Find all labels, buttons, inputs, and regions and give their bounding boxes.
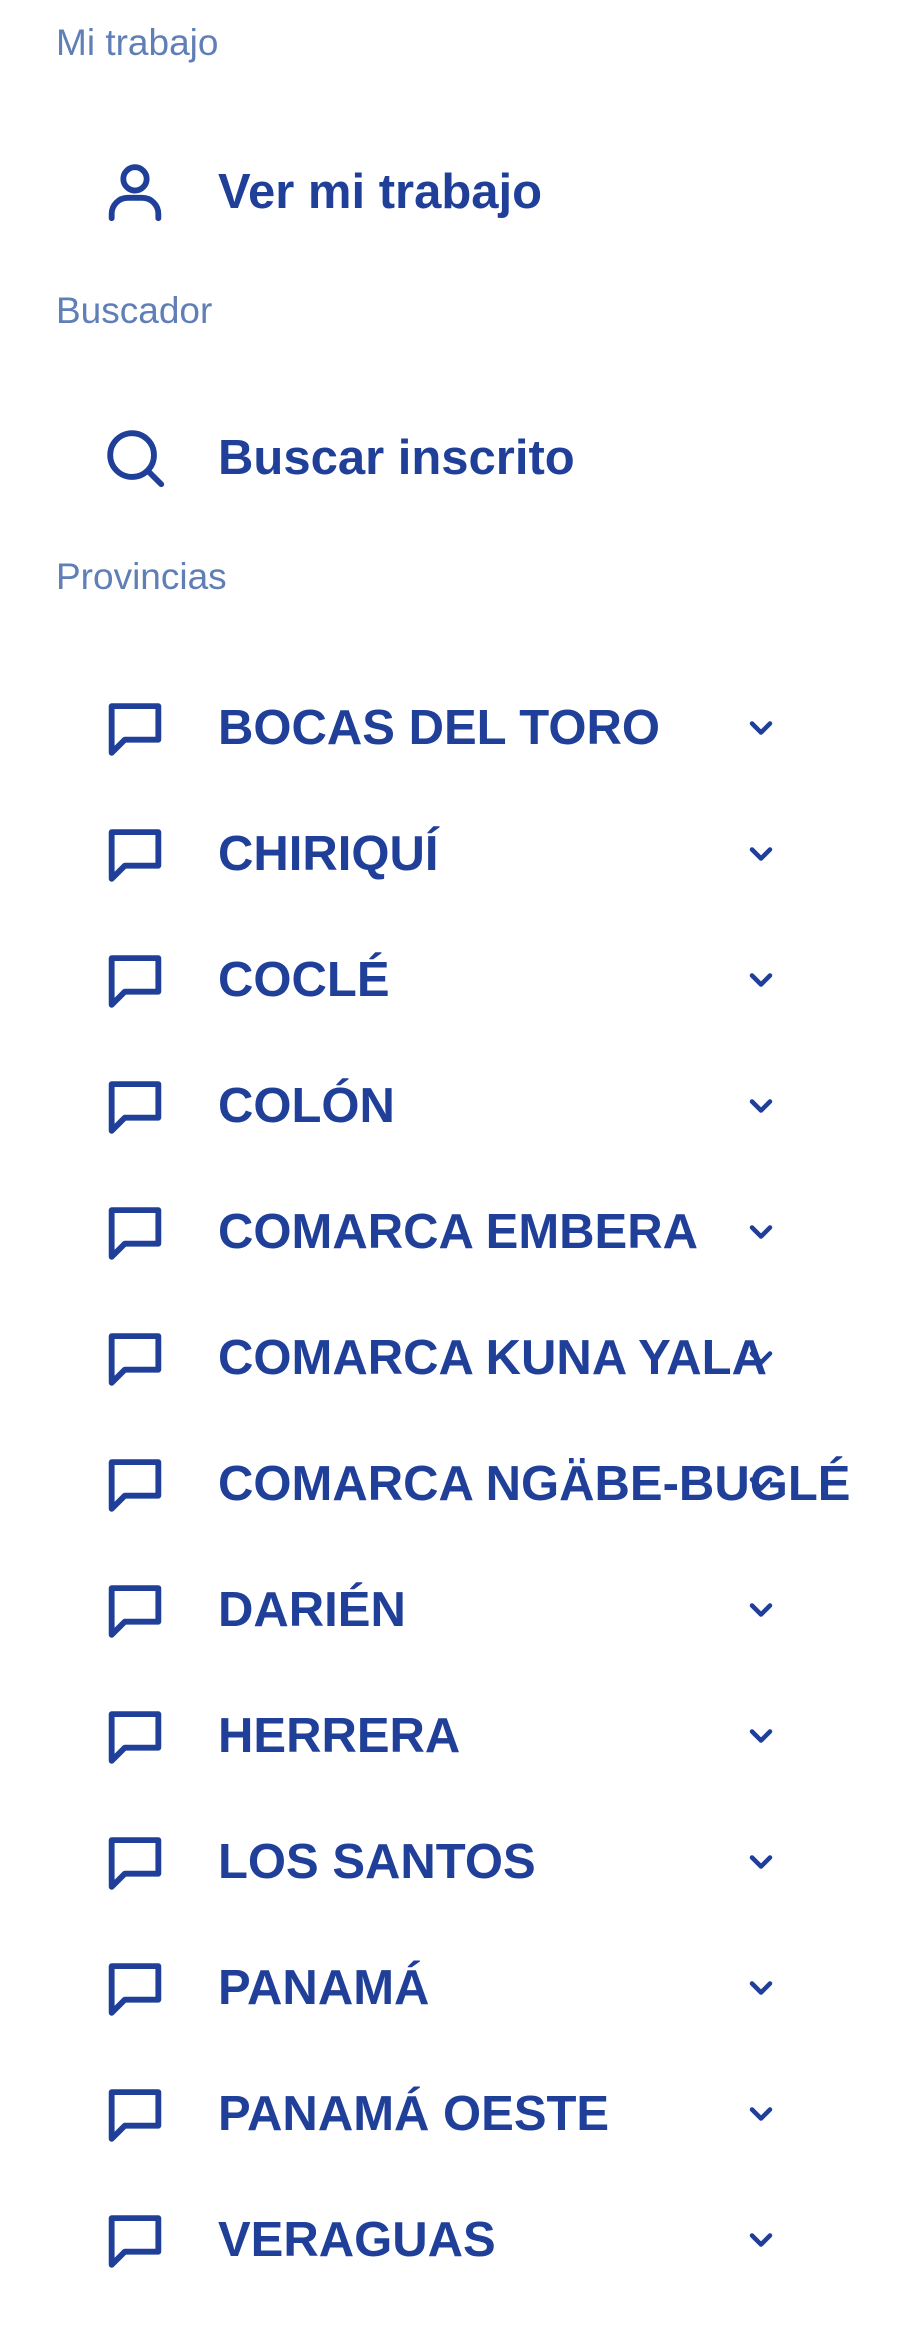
- province-label: DARIÉN: [218, 1583, 406, 1637]
- province-item-colon[interactable]: COLÓN: [100, 1066, 800, 1146]
- chat-bubble-icon: [100, 819, 170, 889]
- province-item-herrera[interactable]: HERRERA: [100, 1696, 800, 1776]
- province-label: COMARCA KUNA YALA: [218, 1331, 768, 1385]
- province-label: CHIRIQUÍ: [218, 827, 439, 881]
- province-item-panama-oeste[interactable]: PANAMÁ OESTE: [100, 2074, 800, 2154]
- province-label: COLÓN: [218, 1079, 395, 1133]
- chevron-down-icon[interactable]: [743, 1844, 779, 1880]
- province-label: COCLÉ: [218, 953, 390, 1007]
- chevron-down-icon[interactable]: [743, 710, 779, 746]
- nav-item-label: Ver mi trabajo: [218, 165, 543, 219]
- province-item-bocas-del-toro[interactable]: BOCAS DEL TORO: [100, 688, 800, 768]
- section-label-buscador: Buscador: [56, 290, 213, 331]
- province-label: PANAMÁ OESTE: [218, 2087, 610, 2141]
- province-item-darien[interactable]: DARIÉN: [100, 1570, 800, 1650]
- chevron-down-icon[interactable]: [743, 1592, 779, 1628]
- chat-bubble-icon: [100, 1953, 170, 2023]
- chevron-down-icon[interactable]: [743, 1214, 779, 1250]
- person-icon: [100, 157, 170, 227]
- province-item-los-santos[interactable]: LOS SANTOS: [100, 1822, 800, 1902]
- chat-bubble-icon: [100, 1197, 170, 1267]
- province-item-veraguas[interactable]: VERAGUAS: [100, 2200, 800, 2280]
- chat-bubble-icon: [100, 693, 170, 763]
- chevron-down-icon[interactable]: [743, 962, 779, 998]
- chevron-down-icon[interactable]: [743, 2096, 779, 2132]
- section-label-provincias: Provincias: [56, 556, 227, 597]
- chat-bubble-icon: [100, 945, 170, 1015]
- province-label: HERRERA: [218, 1709, 461, 1763]
- province-label: PANAMÁ: [218, 1961, 430, 2015]
- chat-bubble-icon: [100, 1827, 170, 1897]
- chevron-down-icon[interactable]: [743, 1718, 779, 1754]
- chevron-down-icon[interactable]: [743, 1088, 779, 1124]
- province-item-comarca-ngabe-bugle[interactable]: COMARCA NGÄBE-BUGLÉ: [100, 1444, 850, 1524]
- chat-bubble-icon: [100, 1071, 170, 1141]
- nav-item-buscar-inscrito[interactable]: Buscar inscrito: [100, 418, 800, 498]
- province-item-cocle[interactable]: COCLÉ: [100, 940, 800, 1020]
- province-item-panama[interactable]: PANAMÁ: [100, 1948, 800, 2028]
- chevron-down-icon[interactable]: [743, 1340, 779, 1376]
- chat-bubble-icon: [100, 2079, 170, 2149]
- nav-item-label: Buscar inscrito: [218, 431, 575, 485]
- chevron-down-icon[interactable]: [743, 836, 779, 872]
- chat-bubble-icon: [100, 2205, 170, 2275]
- chat-bubble-icon: [100, 1449, 170, 1519]
- province-item-comarca-kuna-yala[interactable]: COMARCA KUNA YALA: [100, 1318, 800, 1398]
- province-label: LOS SANTOS: [218, 1835, 536, 1889]
- province-item-comarca-embera[interactable]: COMARCA EMBERA: [100, 1192, 800, 1272]
- search-icon: [100, 423, 170, 493]
- chat-bubble-icon: [100, 1701, 170, 1771]
- province-label: BOCAS DEL TORO: [218, 701, 660, 755]
- nav-item-ver-mi-trabajo[interactable]: Ver mi trabajo: [100, 152, 800, 232]
- chevron-down-icon[interactable]: [743, 2222, 779, 2258]
- chevron-down-icon[interactable]: [743, 1970, 779, 2006]
- section-label-mi-trabajo: Mi trabajo: [56, 22, 219, 63]
- province-label: VERAGUAS: [218, 2213, 496, 2267]
- province-label: COMARCA EMBERA: [218, 1205, 698, 1259]
- chat-bubble-icon: [100, 1575, 170, 1645]
- chevron-down-icon[interactable]: [743, 1466, 779, 1502]
- province-item-chiriqui[interactable]: CHIRIQUÍ: [100, 814, 800, 894]
- chat-bubble-icon: [100, 1323, 170, 1393]
